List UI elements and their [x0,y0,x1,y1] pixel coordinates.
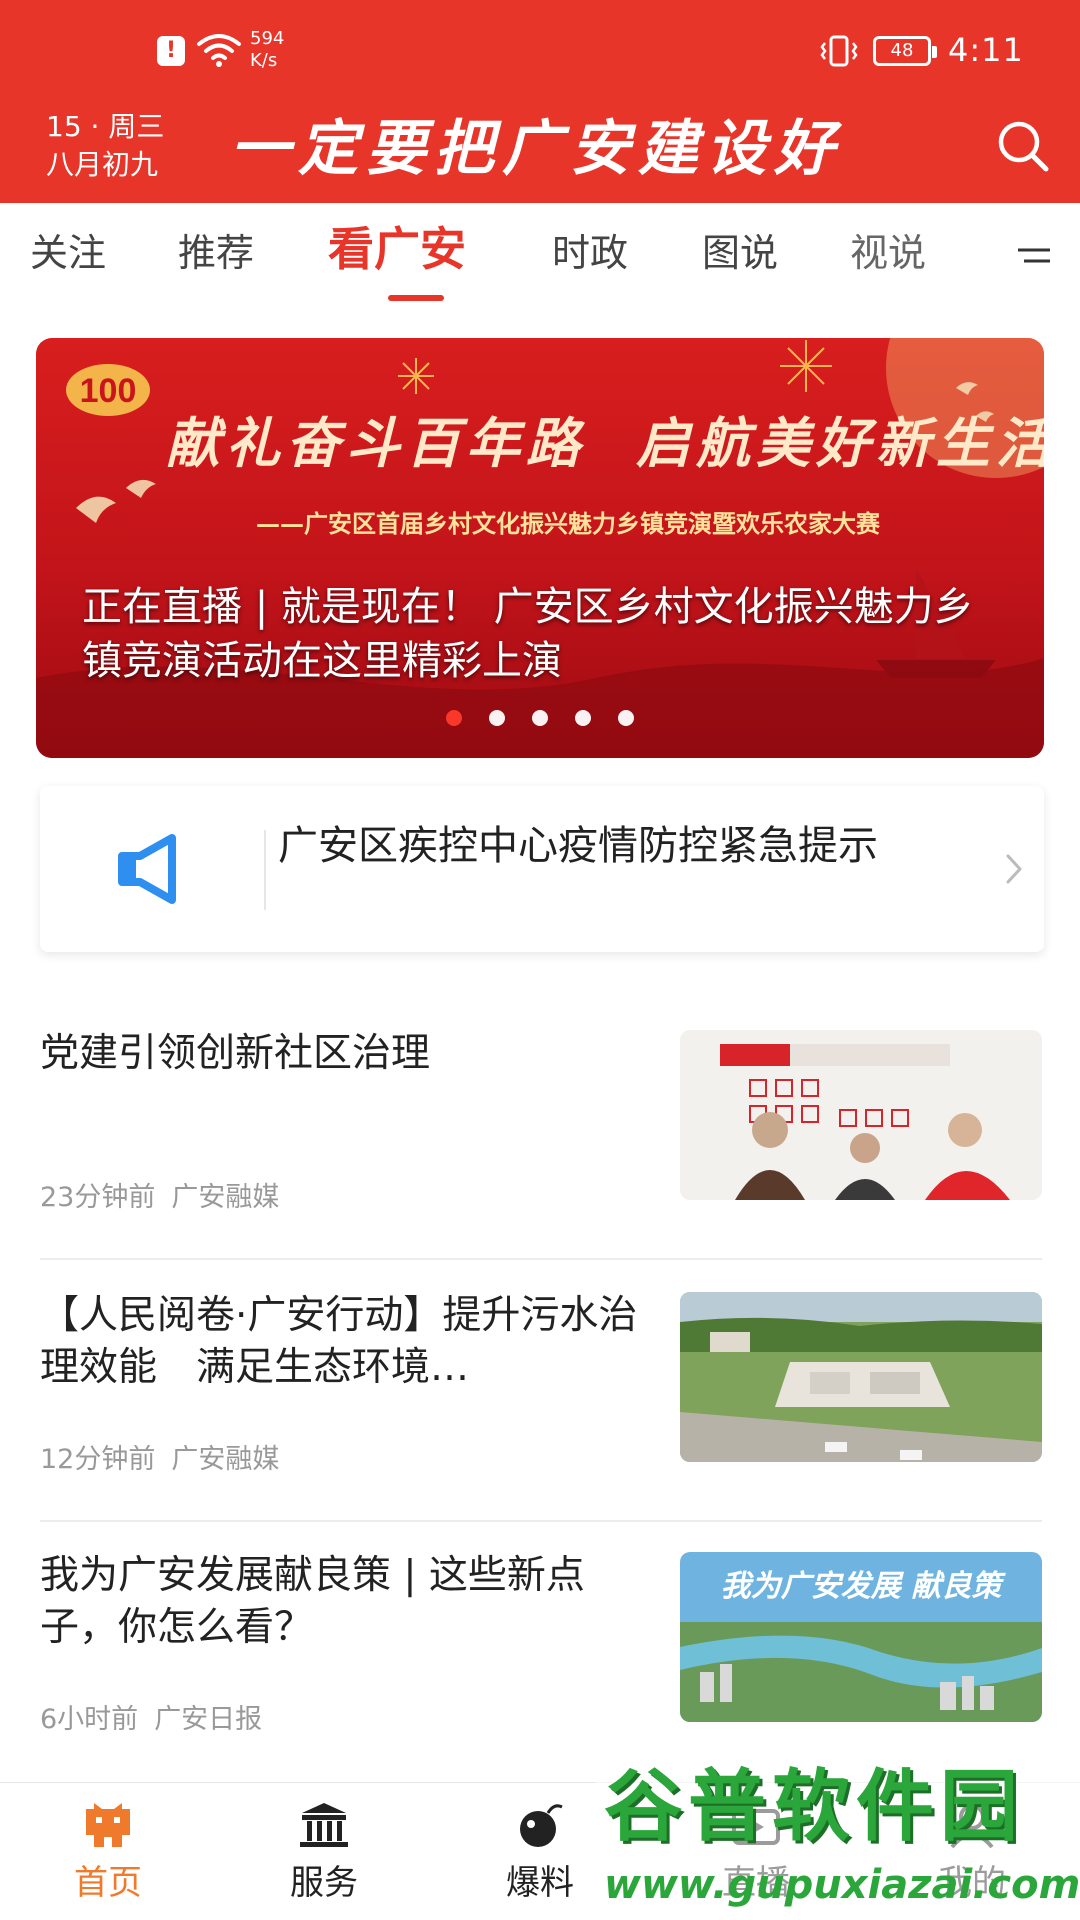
status-bar: ! 594 K/s 48 4:11 [0,0,1080,100]
tab-follow[interactable]: 关注 [30,229,106,277]
vibrate-icon [820,35,858,67]
carousel-dot[interactable] [532,710,548,726]
carousel-dot[interactable] [618,710,635,726]
title-bar: 15 · 周三 八月初九 一定要把广安建设好 [0,100,1080,203]
banner-caption[interactable]: 正在直播 | 就是现在！ 广安区乡村文化振兴魅力乡镇竞演活动在这里精彩上演 [82,580,1002,688]
wifi-icon [197,34,241,67]
notification-alert-icon: ! [157,36,185,66]
app-header: ! 594 K/s 48 4:11 15 · 周三 八月初九 一定要把广安建设好 [0,0,1080,203]
news-thumbnail[interactable]: 我为广安发展 献良策 [680,1552,1042,1722]
lunar-date: 八月初九 [46,148,159,181]
channel-menu-icon[interactable] [1014,241,1054,271]
date-weekday: 15 · 周三 [46,110,165,143]
chevron-right-icon[interactable] [1002,852,1026,886]
news-meta: 6小时前 广安日报 [40,1702,262,1738]
banner-subtitle: ——广安区首届乡村文化振兴魅力乡镇竞演暨欢乐农家大赛 [256,509,880,538]
news-time: 12分钟前 [40,1444,156,1475]
date-display: 15 · 周三 八月初九 [46,108,164,184]
list-divider [40,1258,1042,1260]
news-title[interactable]: 我为广安发展献良策 | 这些新点子，你怎么看？ [40,1550,660,1654]
banner-headline: 献礼奋斗百年路 启航美好新生活 [166,411,1044,475]
network-speed: 594 K/s [250,28,285,71]
carousel-dot[interactable] [488,710,505,726]
active-tab-indicator [388,295,444,301]
tab-politics[interactable]: 时政 [552,229,628,277]
nav-services[interactable]: 服务 [216,1783,432,1920]
news-title[interactable]: 党建引领创新社区治理 [40,1028,660,1080]
battery-indicator: 48 [873,36,937,66]
news-meta: 23分钟前 广安融媒 [40,1180,279,1216]
svg-text:100: 100 [80,372,137,410]
news-time: 6小时前 [40,1704,139,1735]
news-thumbnail[interactable] [680,1292,1042,1462]
banner-artwork: 100 [36,338,1044,758]
news-meta: 12分钟前 广安融媒 [40,1442,279,1478]
carousel-dot[interactable] [445,710,462,726]
watermark-title: 谷普软件园 [604,1762,1025,1852]
news-source: 广安日报 [154,1704,263,1735]
building-icon [300,1803,348,1847]
news-source: 广安融媒 [171,1182,280,1213]
watermark-logo: 谷普软件园 www.gupuxiazai.com [596,1752,1080,1920]
carousel-dots [36,710,1044,730]
banner-carousel[interactable]: 100 献礼奋斗百年路 启航美好新生活 ——广安区首届乡村文化振兴魅力乡镇竞演暨欢… [36,338,1044,758]
news-title[interactable]: 【人民阅卷·广安行动】提升污水治理效能 满足生态环境… [40,1290,660,1394]
search-icon[interactable] [992,115,1052,175]
news-item[interactable]: 【人民阅卷·广安行动】提升污水治理效能 满足生态环境… 12分钟前 广安融媒 [0,1262,1080,1522]
bomb-icon [520,1804,563,1847]
news-item[interactable]: 我为广安发展献良策 | 这些新点子，你怎么看？ 6小时前 广安日报 我为广安发展 … [0,1522,1080,1782]
nav-home[interactable]: 首页 [0,1783,216,1920]
notice-card[interactable]: 广安区疾控中心疫情防控紧急提示 [40,786,1044,952]
news-time: 23分钟前 [40,1182,156,1213]
news-item[interactable]: 党建引领创新社区治理 23分钟前 广安融媒 [0,1000,1080,1260]
watermark-url: www.gupuxiazai.com [604,1862,1080,1908]
svg-text:我为广安发展 献良策: 我为广安发展 献良策 [721,1569,1006,1604]
tab-guangan[interactable]: 看广安 [328,225,466,273]
tab-video[interactable]: 视说 [850,229,926,277]
clock: 4:11 [948,31,1024,69]
news-thumbnail[interactable] [680,1030,1042,1200]
carousel-dot[interactable] [575,710,592,726]
notice-text[interactable]: 广安区疾控中心疫情防控紧急提示 [278,820,998,872]
app-slogan-logo: 一定要把广安建设好 [230,114,842,184]
channel-tabs: 关注 推荐 看广安 时政 图说 视说 [0,203,1080,313]
notice-divider [264,830,266,910]
tab-recommend[interactable]: 推荐 [178,229,254,277]
megaphone-icon [118,834,176,904]
news-source: 广安融媒 [171,1444,280,1475]
home-icon [86,1803,130,1847]
tab-pictures[interactable]: 图说 [702,229,778,277]
